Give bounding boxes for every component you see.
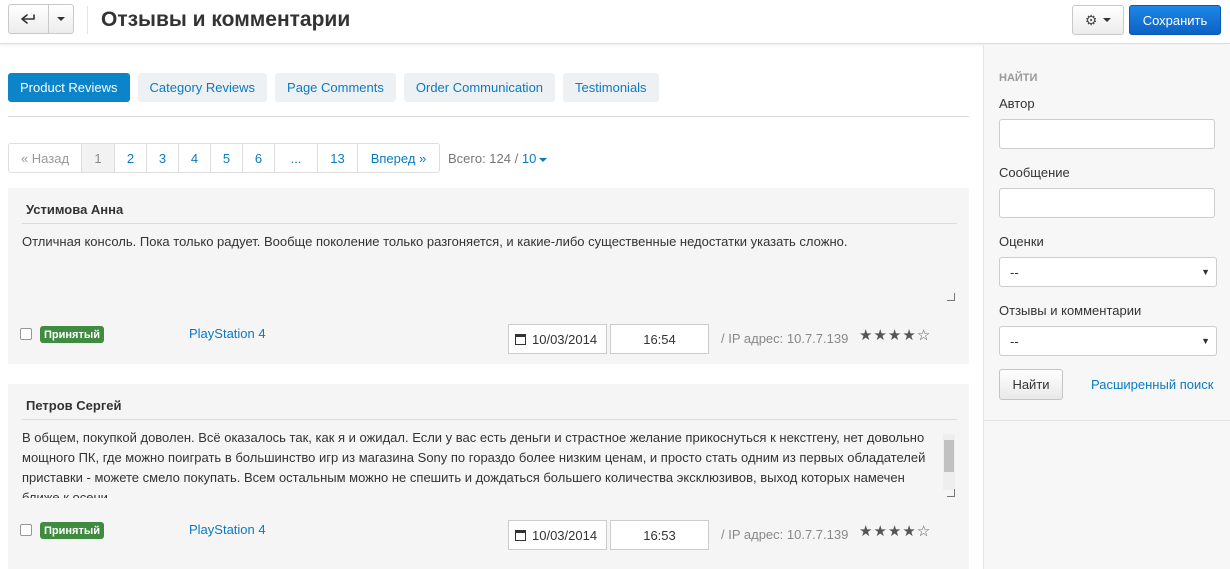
top-toolbar: Отзывы и комментарии ⚙ Сохранить — [0, 0, 1230, 44]
date-value: 10/03/2014 — [532, 527, 598, 543]
review-author: Устимова Анна — [26, 202, 124, 217]
time-field[interactable]: 16:53 — [610, 520, 709, 550]
time-field[interactable]: 16:54 — [610, 324, 709, 354]
resize-handle-icon[interactable] — [947, 293, 955, 301]
pagination-page[interactable]: 13 — [318, 144, 358, 172]
per-page-value: 10 — [521, 151, 537, 166]
review-author: Петров Сергей — [26, 398, 122, 413]
rating-select-value: -- — [1010, 264, 1019, 280]
chevron-down-icon — [539, 157, 548, 162]
pagination-ellipsis[interactable]: ... — [275, 144, 318, 172]
select-arrow-icon: ▼ — [1201, 267, 1210, 277]
star-rating[interactable]: ★★★★☆ — [859, 328, 931, 343]
save-button[interactable]: Сохранить — [1129, 5, 1221, 35]
text-scrollbar[interactable] — [943, 434, 955, 490]
back-button-group — [8, 4, 74, 34]
back-button[interactable] — [9, 5, 49, 33]
author-input[interactable] — [999, 119, 1215, 149]
type-label: Отзывы и комментарии — [999, 303, 1142, 318]
back-dropdown-button[interactable] — [49, 5, 73, 33]
review-type-tabs: Product Reviews Category Reviews Page Co… — [8, 73, 659, 102]
chevron-down-icon — [1103, 18, 1112, 22]
message-input[interactable] — [999, 188, 1215, 218]
advanced-search-link[interactable]: Расширенный поиск — [1091, 377, 1213, 392]
tab-product-reviews[interactable]: Product Reviews — [8, 73, 130, 102]
star-filled-icon[interactable]: ★ — [859, 523, 873, 540]
settings-button[interactable]: ⚙ — [1072, 5, 1124, 35]
pagination-page[interactable]: 3 — [147, 144, 179, 172]
pagination-page[interactable]: 5 — [211, 144, 243, 172]
review-card: Петров Сергей В общем, покупкой доволен.… — [8, 384, 969, 569]
pagination: « Назад 1 2 3 4 5 6 ... 13 Вперед » — [8, 143, 440, 173]
review-text-area[interactable]: Отличная консоль. Пока только радует. Во… — [22, 232, 957, 302]
review-text-area[interactable]: В общем, покупкой доволен. Всё оказалось… — [22, 428, 957, 498]
star-filled-icon[interactable]: ★ — [873, 523, 887, 540]
calendar-icon — [515, 333, 526, 345]
star-filled-icon[interactable]: ★ — [888, 327, 902, 344]
review-divider — [22, 419, 957, 420]
chevron-down-icon — [57, 17, 65, 21]
rating-select[interactable]: -- ▼ — [999, 257, 1217, 287]
star-filled-icon[interactable]: ★ — [888, 523, 902, 540]
star-filled-icon[interactable]: ★ — [873, 327, 887, 344]
star-empty-icon[interactable]: ☆ — [917, 327, 931, 344]
date-field[interactable]: 10/03/2014 — [508, 324, 607, 354]
back-arrow-icon — [20, 14, 35, 24]
tabs-divider — [8, 116, 969, 117]
rating-label: Оценки — [999, 234, 1044, 249]
per-page-selector[interactable]: 10 — [521, 151, 548, 166]
pagination-page[interactable]: 6 — [243, 144, 275, 172]
review-select-checkbox[interactable] — [20, 328, 32, 340]
ip-address: / IP адрес: 10.7.7.139 — [721, 527, 849, 542]
review-card: Устимова Анна Отличная консоль. Пока тол… — [8, 188, 969, 364]
tab-testimonials[interactable]: Testimonials — [563, 73, 659, 102]
pagination-page[interactable]: 4 — [179, 144, 211, 172]
calendar-icon — [515, 529, 526, 541]
review-divider — [22, 223, 957, 224]
resize-handle-icon[interactable] — [947, 489, 955, 497]
pagination-next[interactable]: Вперед » — [358, 144, 439, 172]
pagination-page[interactable]: 1 — [82, 144, 115, 172]
star-rating[interactable]: ★★★★☆ — [859, 524, 931, 539]
star-empty-icon[interactable]: ☆ — [917, 523, 931, 540]
tab-order-communication[interactable]: Order Communication — [403, 73, 556, 102]
star-filled-icon[interactable]: ★ — [859, 327, 873, 344]
pagination-page[interactable]: 2 — [115, 144, 147, 172]
type-select-value: -- — [1010, 333, 1019, 349]
message-label: Сообщение — [999, 165, 1070, 180]
author-label: Автор — [999, 96, 1035, 111]
header-divider — [87, 6, 88, 34]
sidebar-divider — [984, 420, 1230, 421]
sidebar-heading: НАЙТИ — [999, 72, 1038, 84]
date-field[interactable]: 10/03/2014 — [508, 520, 607, 550]
page-title: Отзывы и комментарии — [101, 8, 351, 31]
tab-category-reviews[interactable]: Category Reviews — [137, 73, 268, 102]
search-sidebar: НАЙТИ Автор Сообщение Оценки -- ▼ Отзывы… — [983, 45, 1230, 569]
type-select[interactable]: -- ▼ — [999, 326, 1217, 356]
select-arrow-icon: ▼ — [1201, 336, 1210, 346]
ip-address: / IP адрес: 10.7.7.139 — [721, 331, 849, 346]
gear-icon: ⚙ — [1084, 11, 1098, 28]
scrollbar-thumb[interactable] — [944, 440, 954, 472]
status-badge[interactable]: Принятый — [40, 522, 104, 539]
total-count: Всего: 124 / 10 — [448, 151, 548, 166]
star-filled-icon[interactable]: ★ — [902, 327, 916, 344]
star-filled-icon[interactable]: ★ — [902, 523, 916, 540]
review-select-checkbox[interactable] — [20, 524, 32, 536]
product-link[interactable]: PlayStation 4 — [189, 522, 266, 537]
status-badge[interactable]: Принятый — [40, 326, 104, 343]
date-value: 10/03/2014 — [532, 331, 598, 347]
total-label: Всего: 124 / — [448, 151, 519, 166]
tab-page-comments[interactable]: Page Comments — [275, 73, 396, 102]
pagination-prev[interactable]: « Назад — [9, 144, 82, 172]
find-button[interactable]: Найти — [999, 369, 1063, 400]
product-link[interactable]: PlayStation 4 — [189, 326, 266, 341]
